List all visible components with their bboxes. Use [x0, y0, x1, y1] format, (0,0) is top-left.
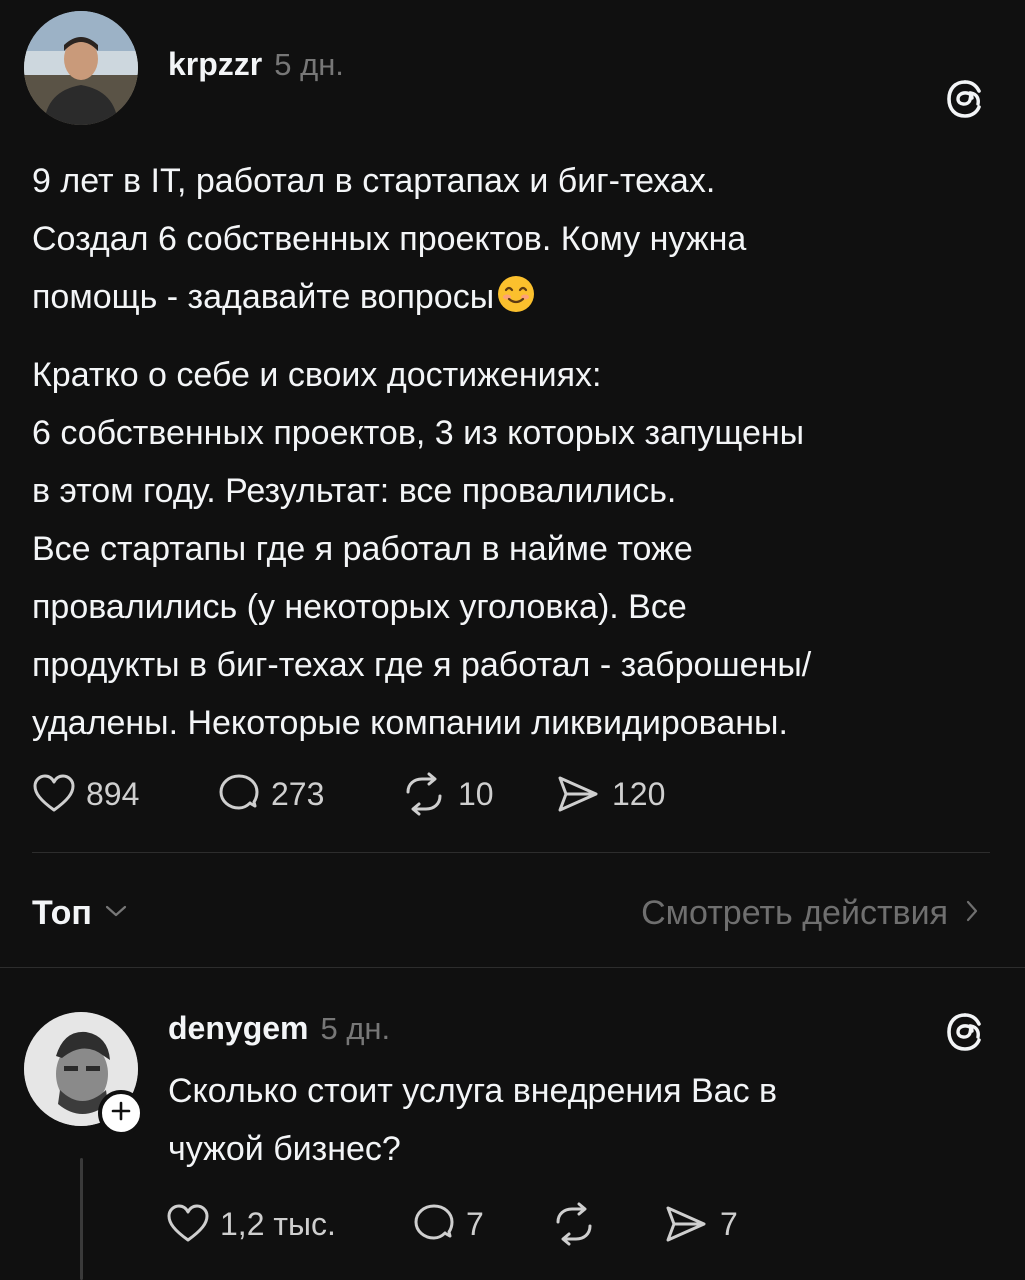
comment-count: 273 [271, 775, 325, 812]
like-count: 894 [86, 775, 140, 812]
post-line: помощь - задавайте вопросы [32, 278, 495, 316]
like-button[interactable]: 894 [30, 770, 215, 818]
thread-connector-line [80, 1158, 83, 1280]
post-line: продукты в биг-техах где я работал - заб… [32, 646, 812, 684]
threads-logo-icon[interactable] [944, 78, 986, 120]
chevron-down-icon [104, 903, 128, 924]
sort-dropdown[interactable]: Топ [32, 894, 128, 933]
share-count: 120 [612, 775, 666, 812]
repost-count: 10 [458, 775, 494, 812]
reply-timestamp: 5 дн. [320, 1011, 391, 1046]
reply-comment-count: 7 [466, 1205, 484, 1242]
post-line: Создал 6 собственных проектов. Кому нужн… [32, 220, 747, 258]
follow-plus-button[interactable] [98, 1090, 144, 1136]
share-button[interactable]: 120 [552, 770, 665, 818]
post-header: krpzzr 5 дн. [168, 46, 344, 90]
reply-text: Сколько стоит услуга внедрения Вас в чуж… [168, 1062, 968, 1178]
post-line: провалились (у некоторых уголовка). Все [32, 588, 687, 626]
reply-action-bar: 1,2 тыс. 7 7 [164, 1194, 738, 1254]
repost-icon [398, 770, 450, 818]
repost-button[interactable]: 10 [398, 770, 552, 818]
comment-button[interactable]: 273 [215, 770, 398, 818]
heart-icon [30, 770, 78, 818]
heart-icon [164, 1200, 212, 1248]
view-activity-label: Смотреть действия [641, 893, 948, 932]
reply-like-count: 1,2 тыс. [220, 1205, 336, 1242]
share-icon [552, 770, 604, 818]
post-paragraph-1: 9 лет в IT, работал в стартапах и биг-те… [32, 152, 992, 326]
post-line: Кратко о себе и своих достижениях: [32, 356, 602, 394]
author-username[interactable]: krpzzr [168, 46, 262, 83]
post-line: Все стартапы где я работал в найме тоже [32, 530, 693, 568]
threads-logo-icon[interactable] [944, 1011, 986, 1053]
comment-icon [410, 1200, 458, 1248]
reply-line: чужой бизнес? [168, 1130, 401, 1168]
smiling-face-emoji-icon [496, 274, 536, 314]
author-avatar[interactable] [24, 11, 138, 125]
post-text: 9 лет в IT, работал в стартапах и биг-те… [32, 152, 992, 752]
sort-label: Топ [32, 893, 92, 932]
divider [0, 967, 1025, 968]
post-paragraph-2: Кратко о себе и своих достижениях: 6 соб… [32, 346, 992, 752]
share-icon [660, 1200, 712, 1248]
reply-repost-button[interactable] [548, 1200, 660, 1248]
reply-like-button[interactable]: 1,2 тыс. [164, 1200, 410, 1248]
repost-icon [548, 1200, 600, 1248]
post-line: 9 лет в IT, работал в стартапах и биг-те… [32, 162, 716, 200]
reply-comment-button[interactable]: 7 [410, 1200, 548, 1248]
reply-share-button[interactable]: 7 [660, 1200, 738, 1248]
reply-share-count: 7 [720, 1205, 738, 1242]
reply-author-username[interactable]: denygem [168, 1010, 308, 1047]
post-line: в этом году. Результат: все провалились. [32, 472, 677, 510]
replies-sort-bar: Топ Смотреть действия [32, 888, 980, 938]
post-timestamp: 5 дн. [274, 47, 344, 82]
chevron-right-icon [964, 894, 980, 933]
reply-header: denygem 5 дн. [168, 1010, 390, 1054]
plus-icon [110, 1100, 132, 1127]
comment-icon [215, 770, 263, 818]
view-activity-link[interactable]: Смотреть действия [641, 894, 980, 933]
divider [32, 852, 990, 853]
avatar-photo [24, 11, 138, 125]
post-action-bar: 894 273 10 120 [30, 766, 665, 822]
post-line: удалены. Некоторые компании ликвидирован… [32, 704, 788, 742]
reply-line: Сколько стоит услуга внедрения Вас в [168, 1072, 778, 1110]
post-line: 6 собственных проектов, 3 из которых зап… [32, 414, 805, 452]
